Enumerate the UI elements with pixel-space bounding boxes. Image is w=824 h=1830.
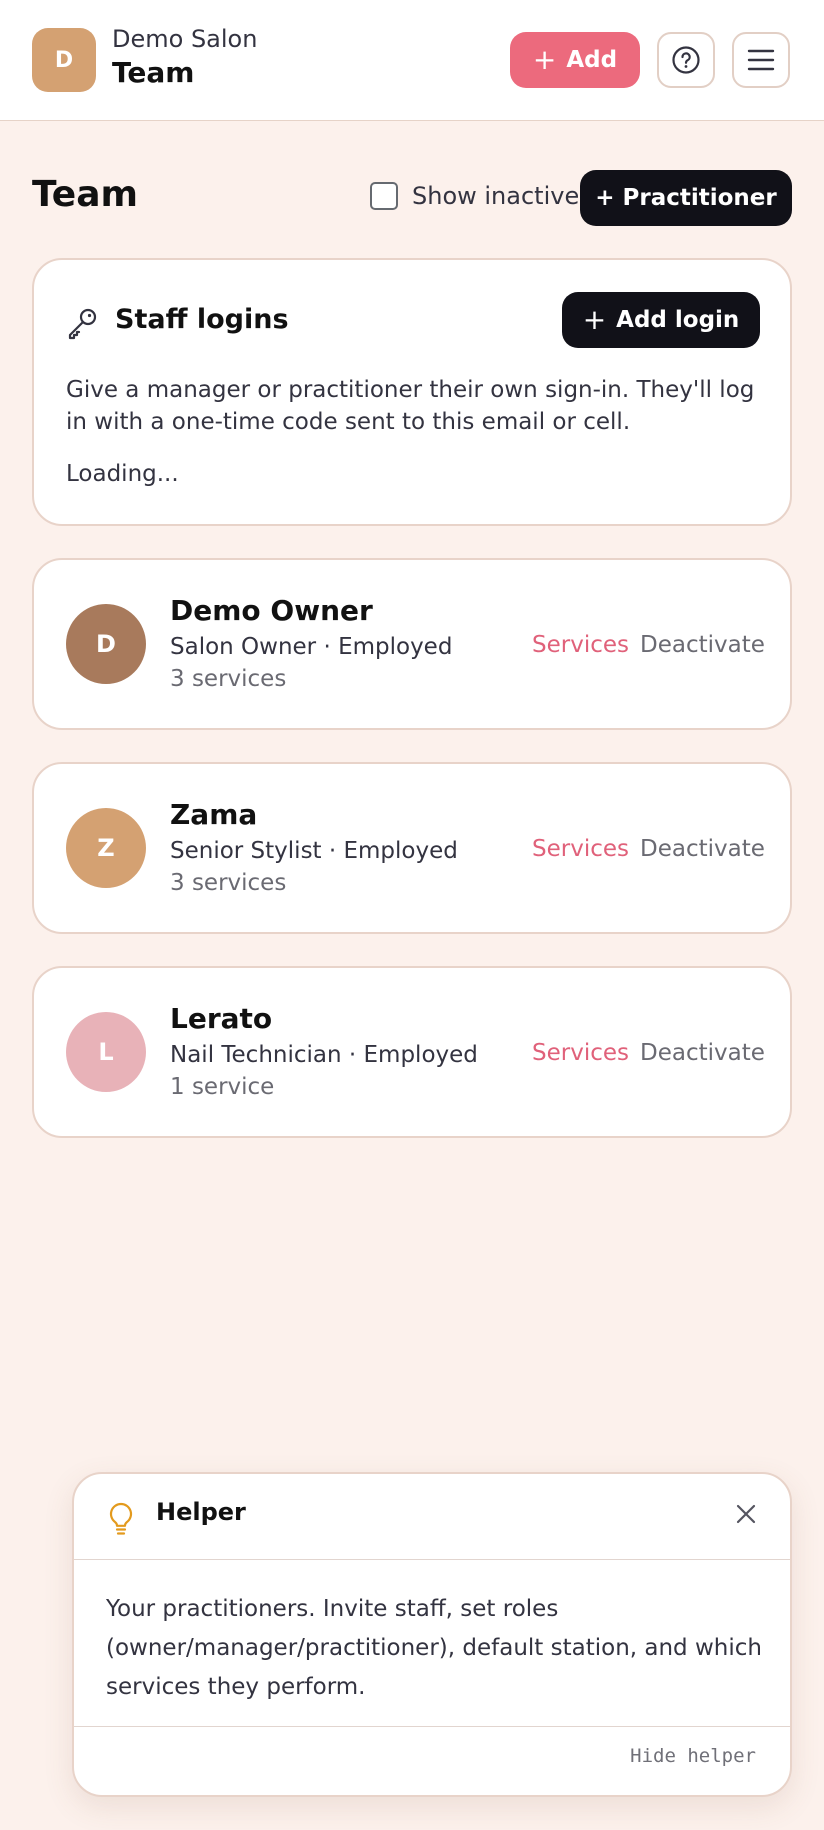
staff-avatar: L [66,1012,146,1092]
question-circle-icon [672,46,700,74]
services-link[interactable]: Services [532,836,629,862]
help-button[interactable] [657,32,715,88]
deactivate-link[interactable]: Deactivate [640,836,765,862]
helper-body: Your practitioners. Invite staff, set ro… [106,1596,762,1700]
staff-name: Demo Owner [170,594,373,627]
staff-logins-status: Loading... [66,461,179,487]
staff-logins-card: Staff logins + Add login Give a manager … [32,258,792,526]
helper-panel: Helper Your practitioners. Invite staff,… [72,1472,792,1797]
show-inactive-checkbox[interactable] [370,182,398,210]
deactivate-link[interactable]: Deactivate [640,632,765,658]
salon-avatar: D [32,28,96,92]
close-icon[interactable] [734,1502,758,1526]
plus-icon: + [582,303,607,336]
show-inactive-toggle[interactable]: Show inactive [370,182,579,210]
staff-services-count: 3 services [170,870,287,896]
services-link[interactable]: Services [532,632,629,658]
staff-avatar: D [66,604,146,684]
hide-helper-button[interactable]: Hide helper [630,1745,756,1767]
helper-footer: Hide helper [74,1726,790,1795]
staff-card: L Lerato Nail Technician · Employed 1 se… [32,966,792,1138]
staff-name: Lerato [170,1002,273,1035]
staff-logins-title: Staff logins [115,304,289,335]
add-practitioner-button[interactable]: + Practitioner [580,170,792,226]
add-button[interactable]: + Add [510,32,640,88]
app-header: D Demo Salon Team + Add [0,0,824,121]
staff-name: Zama [170,798,258,831]
key-icon [68,308,97,340]
plus-icon: + [532,43,557,76]
staff-logins-description: Give a manager or practitioner their own… [66,377,755,435]
staff-avatar: Z [66,808,146,888]
lightbulb-icon [109,1502,133,1535]
staff-role: Nail Technician · Employed [170,1042,478,1068]
staff-role: Salon Owner · Employed [170,634,453,660]
menu-button[interactable] [732,32,790,88]
staff-card: D Demo Owner Salon Owner · Employed 3 se… [32,558,792,730]
salon-name: Demo Salon [112,25,258,53]
hamburger-menu-icon [747,49,775,71]
page-title: Team [32,174,138,215]
helper-title: Helper [156,1498,246,1526]
header-page-name: Team [112,56,195,89]
staff-services-count: 1 service [170,1074,275,1100]
add-login-button[interactable]: + Add login [562,292,760,348]
helper-header: Helper [74,1474,790,1560]
staff-services-count: 3 services [170,666,287,692]
add-login-label: Add login [616,307,740,333]
staff-role: Senior Stylist · Employed [170,838,458,864]
staff-card: Z Zama Senior Stylist · Employed 3 servi… [32,762,792,934]
add-button-label: Add [566,47,618,73]
deactivate-link[interactable]: Deactivate [640,1040,765,1066]
services-link[interactable]: Services [532,1040,629,1066]
show-inactive-label: Show inactive [412,182,580,210]
